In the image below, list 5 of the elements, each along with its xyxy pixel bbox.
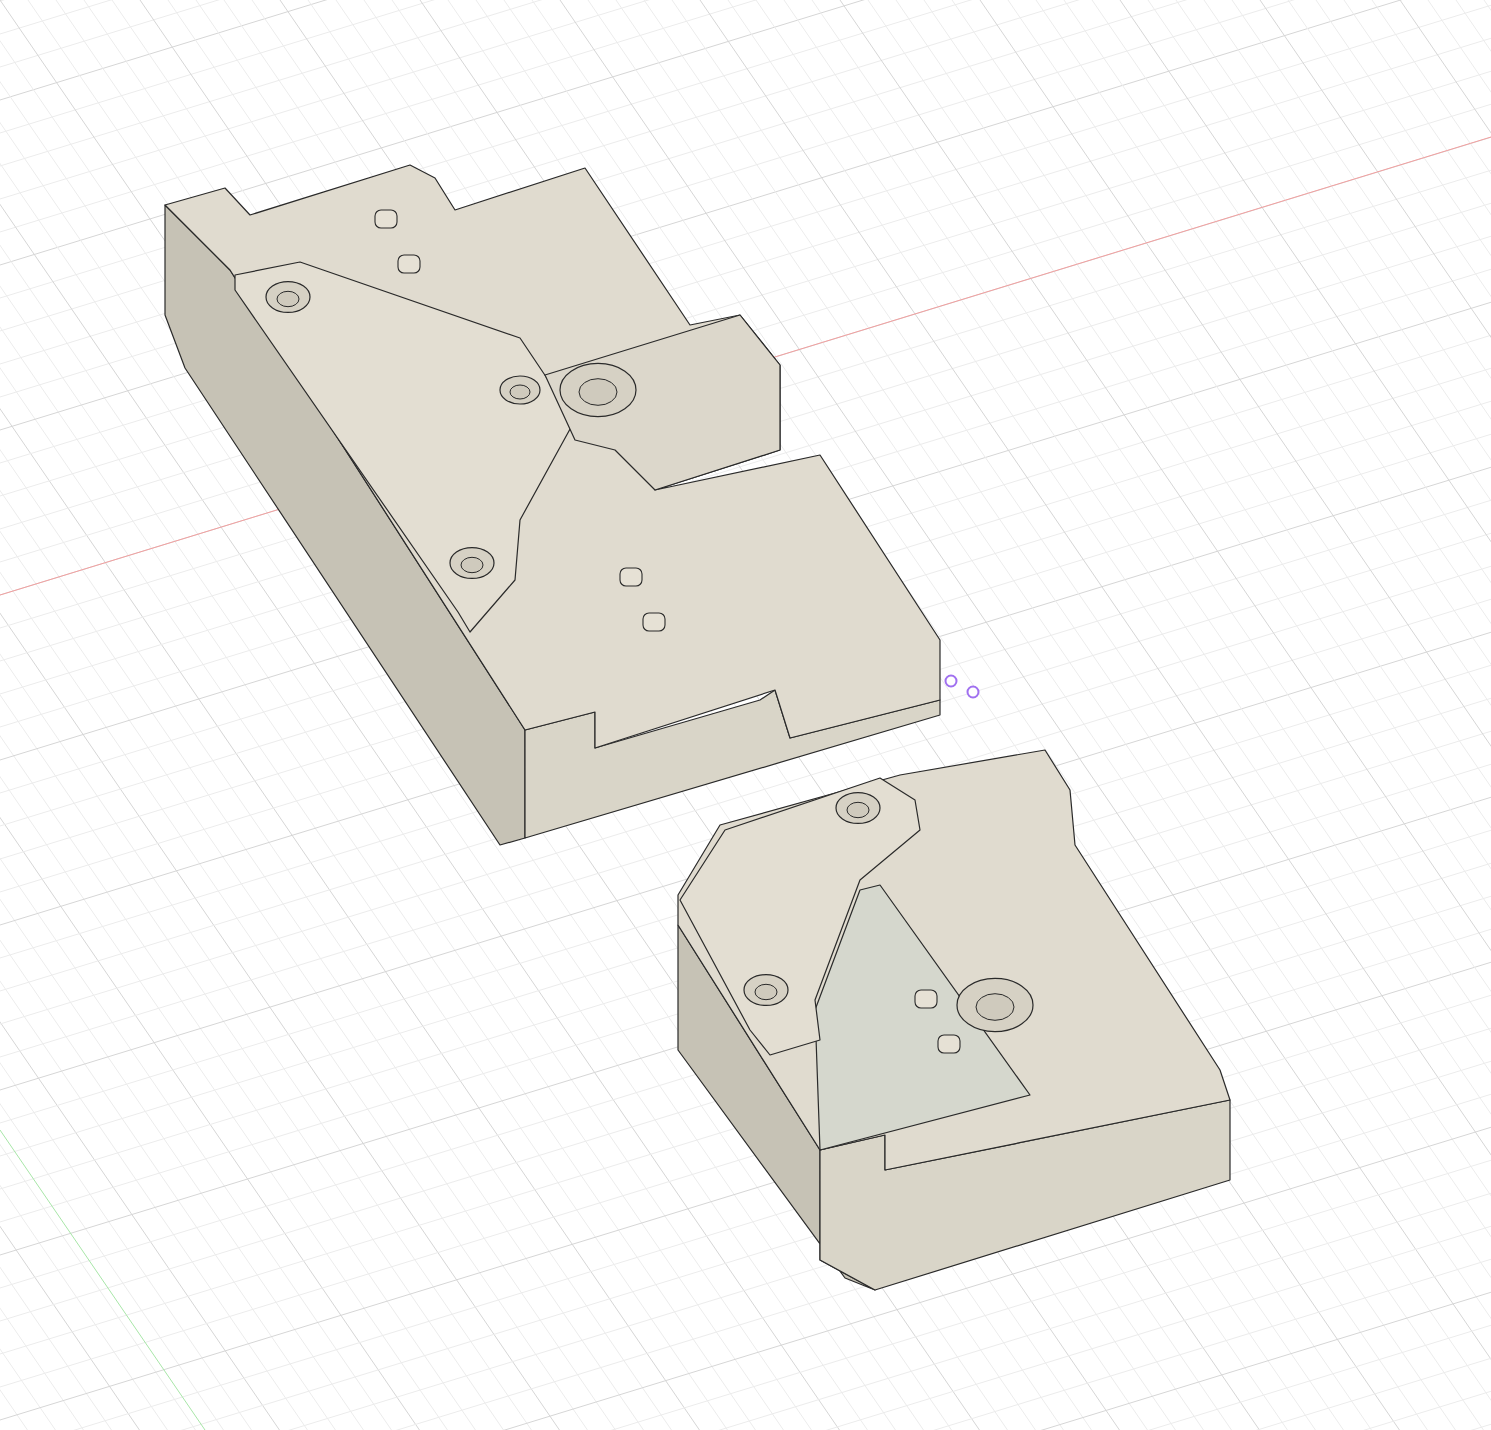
point-marker[interactable] — [966, 685, 980, 699]
cad-part-drawing[interactable] — [677, 749, 1231, 1291]
viewport[interactable] — [0, 0, 1491, 1430]
point-marker[interactable] — [944, 674, 958, 688]
cad-part-drawing[interactable] — [164, 164, 941, 846]
